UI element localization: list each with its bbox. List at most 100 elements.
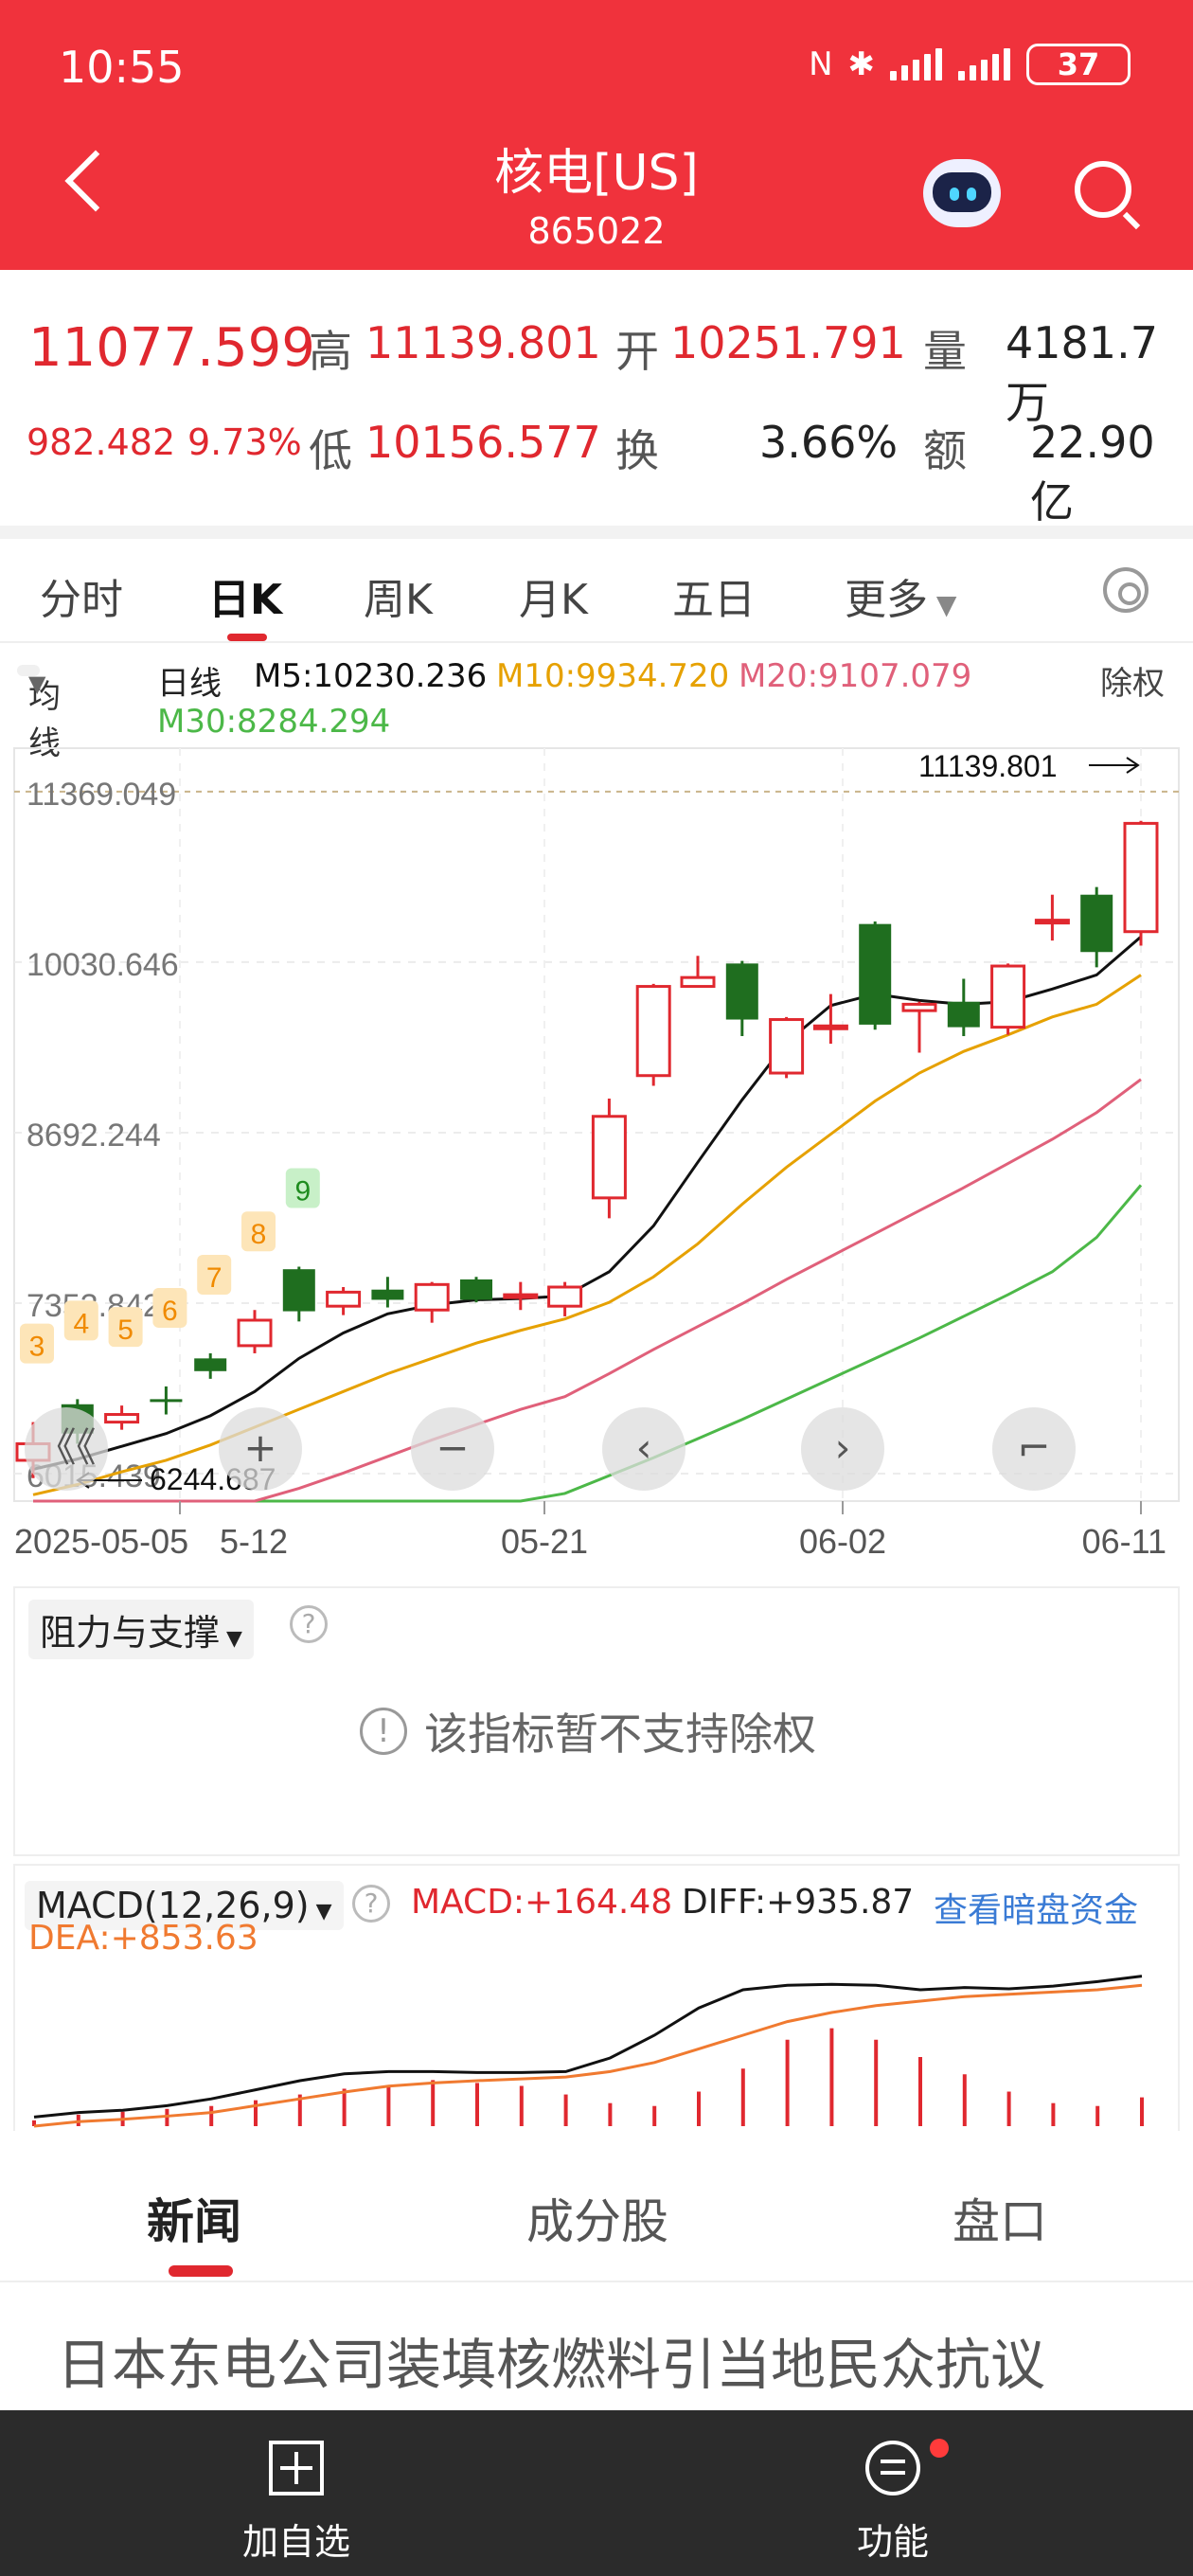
- fullscreen-button[interactable]: ⌐: [992, 1407, 1076, 1491]
- notification-dot: [930, 2439, 949, 2458]
- price-change-pct: 9.73%: [187, 421, 302, 463]
- candle-body: [859, 923, 892, 1025]
- macd-svg: [32, 1975, 1144, 2128]
- help-icon[interactable]: ?: [352, 1885, 390, 1923]
- next-icon: ›: [835, 1424, 851, 1471]
- tab-active-indicator: [227, 634, 267, 641]
- zoom-in-icon: +: [243, 1424, 276, 1471]
- next-button[interactable]: ›: [801, 1407, 884, 1491]
- divider: [0, 526, 1193, 539]
- diff-value: DIFF:+935.87: [682, 1883, 915, 1922]
- candle-body: [769, 1018, 805, 1075]
- tab-more[interactable]: 更多 ▼: [845, 565, 956, 626]
- tab-daily-k[interactable]: 日K: [208, 565, 282, 626]
- candle-body: [591, 1115, 627, 1200]
- low-value: 10156.577: [365, 417, 601, 468]
- macd-value: MACD:+164.48: [411, 1883, 673, 1922]
- candle-body: [901, 1002, 937, 1012]
- zoom-out-button[interactable]: −: [411, 1407, 494, 1491]
- function-label[interactable]: 功能: [857, 2513, 929, 2565]
- candle-body: [414, 1282, 450, 1312]
- tab-monthly-k[interactable]: 月K: [519, 565, 588, 626]
- ma-legend: 均线 ▼ 日线 M5:10230.236 M10:9934.720 M20:91…: [0, 653, 1193, 762]
- top-bar: 10:55 N ✱ 37 核电[US] 865022: [0, 0, 1193, 270]
- amount-value: 22.90亿: [1030, 417, 1155, 528]
- price-change: 982.482: [27, 421, 176, 463]
- tab-order-book[interactable]: 盘口: [953, 2184, 1047, 2252]
- turnover-value: 3.66%: [759, 417, 899, 468]
- x-tick-label: 06-11: [1082, 1522, 1166, 1561]
- high-label: 高: [309, 326, 352, 377]
- candle-body: [503, 1293, 539, 1299]
- candle-body: [725, 963, 758, 1020]
- prev-button[interactable]: ‹: [602, 1407, 686, 1491]
- search-icon[interactable]: [1075, 161, 1131, 218]
- menu-icon[interactable]: [865, 2441, 920, 2496]
- candle-body: [547, 1285, 583, 1308]
- amount-label: 额: [923, 425, 967, 476]
- open-value: 10251.791: [670, 317, 906, 368]
- candle-body: [635, 985, 671, 1078]
- sequence-badge-label: 6: [162, 1296, 178, 1327]
- tab-constituents[interactable]: 成分股: [526, 2184, 668, 2252]
- add-watchlist-icon[interactable]: [269, 2441, 324, 2496]
- candle-body: [990, 964, 1026, 1029]
- x-tick-label: 5-12: [220, 1522, 288, 1561]
- macd-panel: MACD(12,26,9) ▼ ? MACD:+164.48 DIFF:+935…: [13, 1864, 1180, 2131]
- chevron-down-icon: ▼: [220, 1627, 242, 1651]
- info-icon: !: [360, 1708, 407, 1755]
- candle-body: [1034, 919, 1070, 925]
- dark-pool-link[interactable]: 查看暗盘资金: [934, 1883, 1138, 1932]
- sequence-badge-label: 9: [294, 1175, 311, 1207]
- candle-body: [326, 1290, 362, 1308]
- kline-chart[interactable]: 11369.04910030.6468692.2447353.8426015.4…: [0, 743, 1193, 1596]
- fullscreen-icon: ⌐: [1017, 1424, 1050, 1471]
- sequence-badge-label: 8: [251, 1219, 267, 1250]
- period-tabs: 分时 日K 周K 月K 五日 更多 ▼: [0, 539, 1193, 643]
- volume-label: 量: [923, 326, 967, 377]
- chevron-down-icon: ▼: [309, 1900, 332, 1923]
- volume-value: 4181.7万: [1006, 317, 1158, 428]
- robot-assistant-icon[interactable]: [923, 159, 1001, 227]
- signal-icon: [890, 48, 943, 80]
- x-tick-label: 06-02: [799, 1522, 886, 1561]
- candle-body: [812, 1024, 848, 1030]
- scroll-left-icon: 《《: [36, 1424, 96, 1471]
- high-value: 11139.801: [365, 317, 601, 368]
- zoom-in-button[interactable]: +: [219, 1407, 302, 1491]
- x-tick-label: 2025-05-05: [14, 1522, 188, 1561]
- unsupported-message: ! 该指标暂不支持除权: [360, 1700, 816, 1762]
- ma-selector[interactable]: 均线 ▼: [17, 665, 61, 762]
- tab-five-day[interactable]: 五日: [672, 565, 756, 626]
- scroll-left-button[interactable]: 《《: [25, 1407, 108, 1491]
- turnover-label: 换: [615, 425, 659, 476]
- tab-news[interactable]: 新闻: [147, 2184, 241, 2252]
- candle-body: [1080, 894, 1113, 953]
- news-headline[interactable]: 日本东电公司装填核燃料引当地民众抗议: [57, 2320, 1045, 2400]
- bottom-bar: 加自选 功能: [0, 2410, 1193, 2576]
- chevron-down-icon: ▼: [28, 671, 46, 697]
- candle-body: [371, 1289, 404, 1300]
- candle-body: [680, 975, 716, 989]
- prev-icon: ‹: [636, 1424, 652, 1471]
- settings-icon[interactable]: [1103, 567, 1148, 613]
- candle-body: [150, 1399, 183, 1403]
- last-price: 11077.599: [28, 317, 315, 379]
- signal-icon-2: [958, 48, 1011, 80]
- sequence-badge-label: 4: [73, 1308, 89, 1339]
- candle-body: [194, 1358, 227, 1371]
- open-label: 开: [615, 326, 659, 377]
- high-marker-label: 11139.801: [918, 749, 1058, 783]
- low-label: 低: [309, 425, 352, 476]
- candle-body: [237, 1318, 273, 1348]
- tab-intraday[interactable]: 分时: [40, 565, 123, 626]
- tab-weekly-k[interactable]: 周K: [364, 565, 433, 626]
- help-icon[interactable]: ?: [290, 1605, 328, 1643]
- candle-body: [1123, 821, 1159, 934]
- news-tabs: 新闻 成分股 盘口: [0, 2142, 1193, 2282]
- add-watchlist-label[interactable]: 加自选: [242, 2513, 350, 2565]
- candle-body: [104, 1413, 140, 1424]
- support-selector[interactable]: 阻力与支撑 ▼: [28, 1600, 254, 1659]
- adjust-button[interactable]: 除权: [1100, 657, 1165, 704]
- y-tick-label: 8692.244: [27, 1118, 161, 1154]
